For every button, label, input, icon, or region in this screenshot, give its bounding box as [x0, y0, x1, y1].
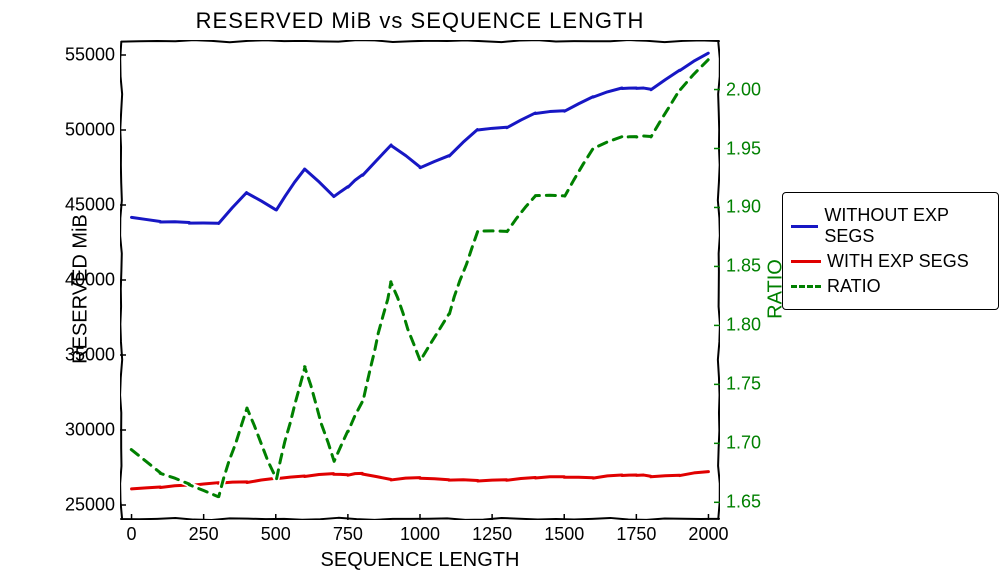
tick-label: 750	[333, 524, 363, 545]
plot-area	[120, 40, 720, 520]
tick-label: 250	[189, 524, 219, 545]
tick-marks	[120, 55, 720, 520]
tick-label: 55000	[65, 45, 115, 66]
tick-label: 1.90	[726, 197, 761, 218]
tick-label: 1500	[544, 524, 584, 545]
plot-svg	[120, 40, 720, 520]
legend-label: WITHOUT EXP SEGS	[824, 205, 988, 247]
tick-label: 0	[127, 524, 137, 545]
plot-border	[120, 40, 720, 520]
legend-swatch	[791, 285, 821, 288]
tick-label: 25000	[65, 495, 115, 516]
tick-label: 45000	[65, 195, 115, 216]
tick-label: 30000	[65, 420, 115, 441]
tick-label: 1.75	[726, 374, 761, 395]
legend-swatch	[791, 260, 821, 263]
tick-label: 1.80	[726, 315, 761, 336]
legend-item: WITH EXP SEGS	[791, 251, 988, 272]
tick-label: 1.85	[726, 256, 761, 277]
chart-title: RESERVED MiB vs SEQUENCE LENGTH	[120, 8, 720, 34]
tick-label: 2000	[688, 524, 728, 545]
tick-label: 1.95	[726, 138, 761, 159]
x-axis-label: SEQUENCE LENGTH	[120, 549, 720, 572]
legend-swatch	[791, 225, 818, 228]
series-ratio	[131, 60, 708, 497]
tick-label: 40000	[65, 270, 115, 291]
chart-container: RESERVED MiB vs SEQUENCE LENGTH RESERVED…	[0, 0, 999, 578]
tick-label: 35000	[65, 345, 115, 366]
legend: WITHOUT EXP SEGS WITH EXP SEGS RATIO	[782, 192, 999, 310]
legend-item: RATIO	[791, 276, 988, 297]
legend-label: WITH EXP SEGS	[827, 251, 969, 272]
tick-label: 50000	[65, 120, 115, 141]
tick-label: 2.00	[726, 79, 761, 100]
plot-lines	[131, 53, 708, 497]
tick-label: 500	[261, 524, 291, 545]
legend-item: WITHOUT EXP SEGS	[791, 205, 988, 247]
tick-label: 1.65	[726, 492, 761, 513]
legend-label: RATIO	[827, 276, 881, 297]
tick-label: 1.70	[726, 433, 761, 454]
tick-label: 1250	[472, 524, 512, 545]
tick-label: 1000	[400, 524, 440, 545]
tick-label: 1750	[616, 524, 656, 545]
